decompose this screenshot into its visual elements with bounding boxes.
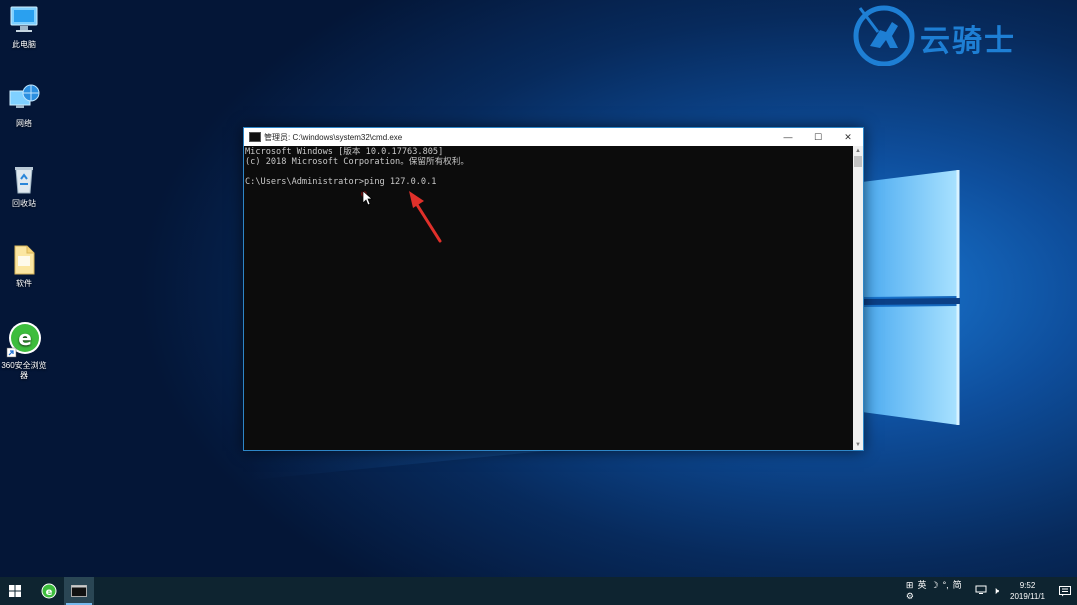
desktop-icon-software-folder[interactable]: 软件 (0, 242, 48, 289)
scroll-up-arrow-icon[interactable]: ▲ (853, 146, 863, 156)
mouse-pointer-icon (361, 190, 373, 206)
cmd-console-output[interactable]: Microsoft Windows [版本 10.0.17763.805] (c)… (244, 146, 853, 450)
maximize-button[interactable]: ☐ (803, 128, 833, 146)
ime-punct-icon: °, (942, 580, 949, 590)
notification-icon (1059, 585, 1071, 596)
system-tray: ⊞ 英 ☽ °, 简 ⚙ 🕨 9:52 2019/11/1 (906, 577, 1077, 605)
network-tray-icon[interactable] (975, 585, 987, 597)
watermark-logo: 云骑士 (852, 2, 1067, 66)
scroll-down-arrow-icon[interactable]: ▼ (853, 440, 863, 450)
windows-start-icon (9, 585, 21, 597)
desktop-icon-recycle-bin[interactable]: 回收站 (0, 162, 48, 209)
taskbar-clock[interactable]: 9:52 2019/11/1 (1010, 580, 1045, 602)
recycle-bin-icon (7, 162, 41, 196)
desktop-icon-360-browser[interactable]: e 360安全浏览器 (0, 320, 48, 381)
desktop-icon-label: 软件 (16, 279, 32, 288)
cmd-titlebar[interactable]: 管理员: C:\windows\system32\cmd.exe — ☐ ✕ (244, 128, 863, 146)
folder-icon (7, 242, 41, 276)
svg-text:e: e (46, 587, 53, 598)
ime-moon-icon: ☽ (930, 580, 939, 590)
desktop-icon-this-pc[interactable]: 此电脑 (0, 3, 48, 50)
notification-center-button[interactable] (1053, 585, 1077, 597)
ime-mode[interactable]: 简 (953, 580, 962, 591)
ime-indicator[interactable]: ⊞ 英 ☽ °, 简 ⚙ (906, 580, 962, 602)
close-button[interactable]: ✕ (833, 128, 863, 146)
network-icon (7, 82, 41, 116)
desktop-icon-label: 360安全浏览器 (1, 361, 47, 380)
start-button[interactable] (0, 577, 30, 605)
cmd-scrollbar[interactable]: ▲ ▼ (853, 146, 863, 450)
knight-logo-icon (853, 5, 915, 66)
taskbar: e ⊞ 英 ☽ °, 简 ⚙ 🕨 9:52 2019/11/1 (0, 577, 1077, 605)
cmd-window-title: 管理员: C:\windows\system32\cmd.exe (264, 132, 403, 142)
ime-grid-icon: ⊞ (905, 580, 914, 590)
cmd-taskbar-icon (71, 585, 87, 597)
360-browser-icon: e (5, 320, 43, 358)
360-browser-taskbar-icon: e (41, 583, 57, 599)
console-line: (c) 2018 Microsoft Corporation。保留所有权利。 (245, 157, 469, 167)
desktop-icon-label: 网络 (16, 119, 32, 128)
scroll-thumb[interactable] (854, 156, 862, 167)
svg-text:e: e (18, 326, 32, 350)
volume-icon[interactable]: 🕨 (993, 586, 999, 597)
console-line: Microsoft Windows [版本 10.0.17763.805] (245, 147, 444, 157)
clock-date: 2019/11/1 (1010, 592, 1045, 601)
console-prompt-line[interactable]: C:\Users\Administrator>ping 127.0.0.1 (245, 177, 852, 187)
cmd-window[interactable]: 管理员: C:\windows\system32\cmd.exe — ☐ ✕ M… (243, 127, 864, 451)
taskbar-cmd[interactable] (64, 577, 94, 605)
ime-settings-gear-icon[interactable]: ⚙ (906, 591, 914, 602)
desktop-icon-label: 回收站 (12, 199, 36, 208)
clock-time: 9:52 (1019, 581, 1036, 590)
annotation-arrow-icon (409, 191, 442, 243)
this-pc-icon (7, 3, 41, 37)
taskbar-360-browser[interactable]: e (34, 577, 64, 605)
ime-language[interactable]: 英 (917, 580, 926, 591)
desktop-icon-network[interactable]: 网络 (0, 82, 48, 129)
desktop-icon-label: 此电脑 (12, 40, 36, 49)
watermark-text: 云骑士 (920, 24, 1016, 59)
minimize-button[interactable]: — (773, 128, 803, 146)
cmd-app-icon (249, 132, 261, 142)
